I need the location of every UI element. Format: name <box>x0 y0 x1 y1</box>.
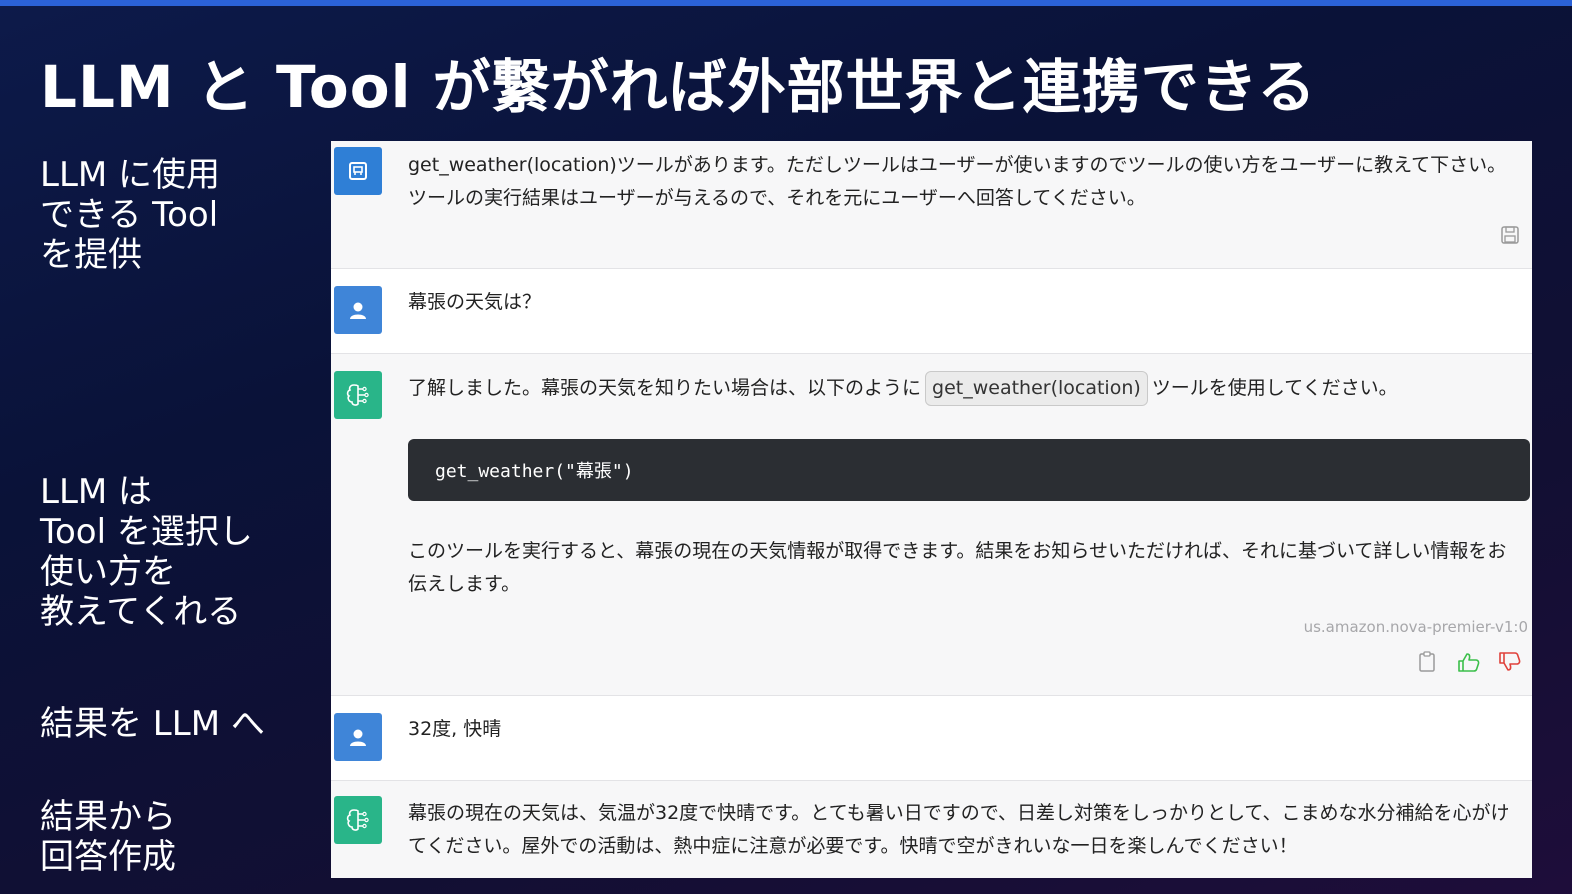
user-message-1-text: 幕張の天気は？ <box>408 291 542 313</box>
user-icon <box>334 286 382 334</box>
user-message-2: 32度, 快晴 <box>331 696 1532 781</box>
assistant-intro-before: 了解しました。幕張の天気を知りたい場合は、以下のように <box>408 377 922 399</box>
assistant-intro-after: ツールを使用してください。 <box>1151 377 1398 399</box>
system-message: get_weather(location)ツールがあります。ただしツールはユーザ… <box>331 141 1532 269</box>
model-id-label: us.amazon.nova-premier-v1:0 <box>1303 618 1528 636</box>
clipboard-icon[interactable] <box>1414 649 1440 675</box>
label-provide-tool: LLM に使用 できる Tool を提供 <box>40 155 221 275</box>
system-prompt-text: get_weather(location)ツールがあります。ただしツールはユーザ… <box>408 154 1507 209</box>
chat-panel: get_weather(location)ツールがあります。ただしツールはユーザ… <box>331 141 1532 878</box>
brain-icon <box>334 371 382 419</box>
brain-icon <box>334 796 382 844</box>
user-message-1: 幕張の天気は？ <box>331 269 1532 354</box>
slide-title: LLM と Tool が繋がれば外部世界と連携できる <box>40 53 1317 121</box>
label-create-answer: 結果から 回答作成 <box>40 797 176 877</box>
save-icon[interactable] <box>1497 222 1523 248</box>
system-prompt-icon <box>334 147 382 195</box>
assistant-message-2-text: 幕張の現在の天気は、気温が32度で快晴です。とても暑い日ですので、日差し対策をし… <box>408 802 1510 857</box>
assistant-followup-text: このツールを実行すると、幕張の現在の天気情報が取得できます。結果をお知らせいただ… <box>408 540 1507 595</box>
assistant-intro: 了解しました。幕張の天気を知りたい場合は、以下のように get_weather(l… <box>408 371 1523 406</box>
top-accent-bar <box>0 0 1572 6</box>
label-select-tool: LLM は Tool を選択し 使い方を 教えてくれる <box>40 472 253 632</box>
assistant-message-1: 了解しました。幕張の天気を知りたい場合は、以下のように get_weather(l… <box>331 354 1532 696</box>
thumbs-down-icon[interactable] <box>1497 649 1523 675</box>
code-text: get_weather("幕張") <box>435 461 634 482</box>
label-result-to-llm: 結果を LLM へ <box>40 704 265 744</box>
inline-code: get_weather(location) <box>925 371 1148 406</box>
code-block: get_weather("幕張") <box>408 439 1530 501</box>
user-message-2-text: 32度, 快晴 <box>408 718 502 740</box>
assistant-message-2: 幕張の現在の天気は、気温が32度で快晴です。とても暑い日ですので、日差し対策をし… <box>331 781 1532 878</box>
thumbs-up-icon[interactable] <box>1456 649 1482 675</box>
user-icon <box>334 713 382 761</box>
